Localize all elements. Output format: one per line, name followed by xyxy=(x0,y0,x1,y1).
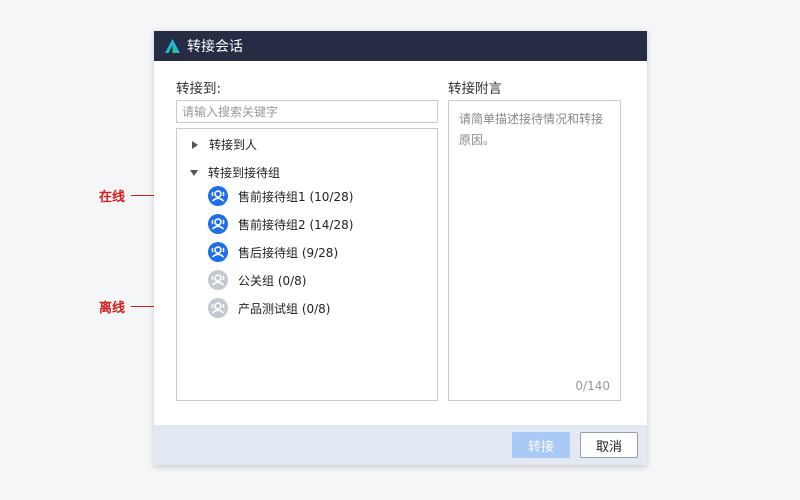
dialog-body: 转接到: 转接附言 转接到人 转接到接待组 xyxy=(154,61,647,425)
group-item[interactable]: 公关组 (0/8) xyxy=(208,270,307,290)
note-label: 转接附言 xyxy=(448,81,502,97)
group-item[interactable]: 售后接待组 (9/28) xyxy=(208,242,338,262)
group-online-icon xyxy=(208,242,228,262)
tree-node-transfer-to-group[interactable]: 转接到接待组 xyxy=(190,164,280,181)
caret-down-icon[interactable] xyxy=(190,169,198,177)
group-label: 公关组 (0/8) xyxy=(238,273,307,288)
note-textarea[interactable] xyxy=(449,101,620,400)
group-offline-icon xyxy=(208,270,228,290)
online-annotation-label: 在线 xyxy=(99,190,126,205)
group-label: 售前接待组2 (14/28) xyxy=(238,217,354,232)
group-label: 售后接待组 (9/28) xyxy=(238,245,339,260)
group-item[interactable]: 产品测试组 (0/8) xyxy=(208,298,331,318)
search-input[interactable] xyxy=(176,100,438,123)
group-online-icon xyxy=(208,214,228,234)
transfer-dialog: 转接会话 转接到: 转接附言 转接到人 转接到接待组 xyxy=(154,31,647,465)
tree-node-label: 转接到人 xyxy=(209,138,258,152)
offline-annotation-label: 离线 xyxy=(99,301,126,316)
group-item[interactable]: 售前接待组2 (14/28) xyxy=(208,214,353,234)
caret-right-icon[interactable] xyxy=(191,140,199,149)
group-online-icon xyxy=(208,186,228,206)
tree-node-transfer-to-person[interactable]: 转接到人 xyxy=(191,136,257,153)
group-label: 产品测试组 (0/8) xyxy=(238,301,331,316)
group-label: 售前接待组1 (10/28) xyxy=(238,189,354,204)
transfer-button[interactable]: 转接 xyxy=(512,432,570,458)
dialog-title: 转接会话 xyxy=(187,39,243,55)
tree-node-label: 转接到接待组 xyxy=(208,166,281,180)
dialog-footer: 转接 取消 xyxy=(154,425,647,465)
app-logo-icon xyxy=(165,39,180,53)
note-field: 0/140 xyxy=(448,100,621,401)
group-offline-icon xyxy=(208,298,228,318)
char-counter: 0/140 xyxy=(575,379,610,393)
target-tree: 转接到人 转接到接待组 售前接待组1 (10/28) 售前接待组2 (14/28… xyxy=(176,128,438,401)
dialog-titlebar: 转接会话 xyxy=(154,31,647,61)
transfer-to-label: 转接到: xyxy=(176,81,222,97)
cancel-button[interactable]: 取消 xyxy=(580,432,638,458)
group-item[interactable]: 售前接待组1 (10/28) xyxy=(208,186,353,206)
